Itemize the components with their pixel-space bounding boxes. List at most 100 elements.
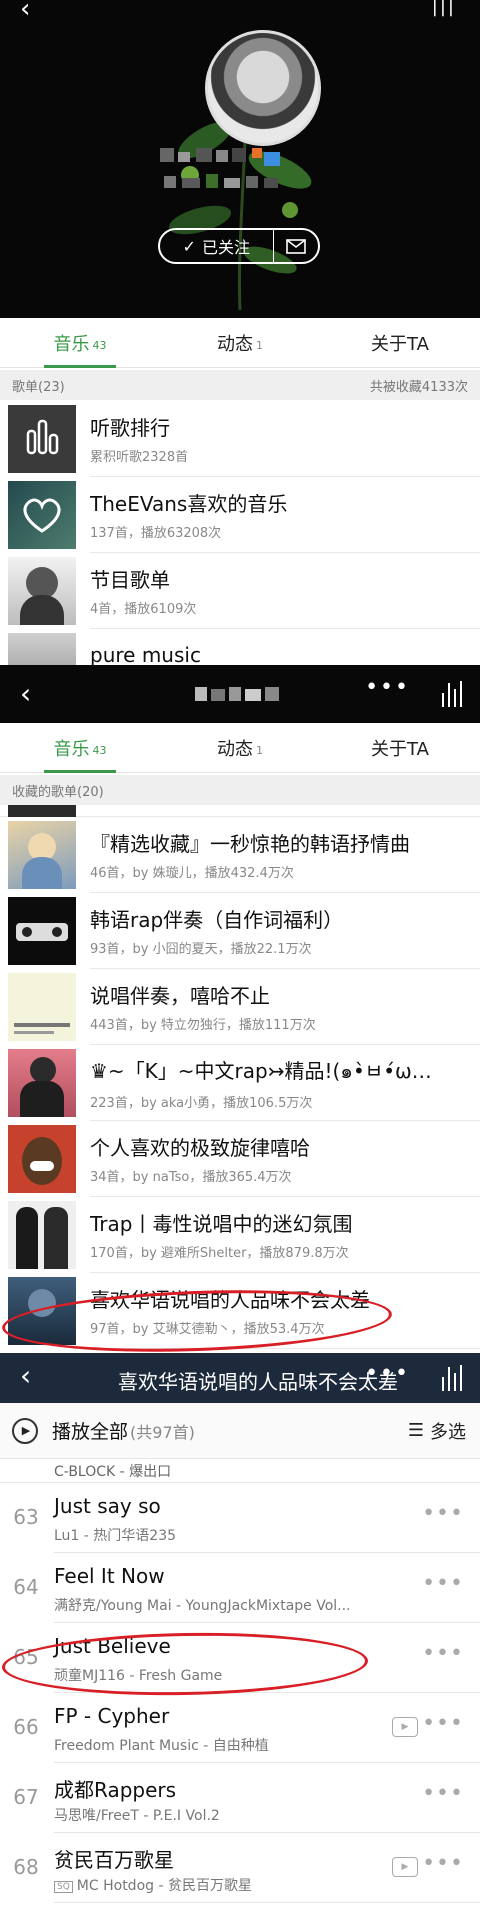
favorited-count: 共被收藏4133次 (369, 379, 468, 395)
playlist-subtitle: 443首，by 特立勿独行，播放111万次 (90, 1018, 316, 1033)
song-row[interactable]: 67 成都Rappers 马思唯/FreeT - P.E.I Vol.2 ••• (0, 1763, 480, 1833)
song-row[interactable]: 65 Just Believe 顽童MJ116 - Fresh Game ••• (0, 1623, 480, 1693)
more-icon[interactable]: ••• (422, 1851, 464, 1876)
play-all-bar[interactable]: ▶ 播放全部 (共97首) ☰ 多选 (0, 1403, 480, 1459)
blurred-username (195, 687, 285, 703)
song-name: Just Believe (54, 1634, 171, 1658)
tab-music-count: 43 (92, 743, 107, 757)
bar-chart-icon (26, 419, 59, 455)
songlist-section: ‹ 喜欢华语说唱的人品味不会太差 ••• ▶ 播放全部 (共97首) ☰ 多选 … (0, 1353, 480, 1910)
playlist-cover (8, 973, 76, 1041)
playlist-row[interactable]: 听歌排行 累积听歌2328首 (0, 401, 480, 477)
playlist-title: 节目歌单 (90, 568, 170, 592)
song-artist: 马思唯/FreeT - P.E.I Vol.2 (54, 1808, 220, 1824)
tab-music[interactable]: 音乐 43 (0, 723, 160, 773)
collected-section: ‹ ••• 音乐 43 动态 1 关于TA 收藏的歌单(20) 『精选收藏』一秒惊艳… (0, 665, 480, 1353)
collected-playlist-row[interactable]: Trap丨毒性说唱中的迷幻氛围 170首，by 避难所Shelter，播放879.… (0, 1197, 480, 1273)
collected-playlist-row[interactable]: 个人喜欢的极致旋律嘻哈 34首，by naTso，播放365.4万次 (0, 1121, 480, 1197)
profile-section: ‹ ||| ✓ 已关注 音乐 43 动态 1 关于TA 歌单(23) 共被收藏4… (0, 0, 480, 665)
avatar[interactable] (205, 30, 321, 146)
back-icon[interactable]: ‹ (20, 1359, 31, 1392)
song-number: 66 (13, 1715, 39, 1739)
more-icon[interactable]: ••• (365, 675, 410, 700)
partial-song-row: C-BLOCK - 爆出口 (0, 1459, 480, 1483)
tab-events-count: 1 (256, 338, 263, 352)
ranking-cover (8, 405, 76, 473)
collected-playlist-row[interactable]: 韩语rap伴奏（自作词福利） 93首，by 小囧的夏天，播放22.1万次 (0, 893, 480, 969)
mv-play-icon[interactable]: ▶ (392, 1717, 418, 1737)
partial-row (0, 805, 480, 817)
back-icon[interactable]: ‹ (20, 677, 31, 710)
song-name: 成都Rappers (54, 1778, 177, 1802)
playlist-cover (8, 821, 76, 889)
song-number: 65 (13, 1645, 39, 1669)
song-row[interactable]: 68 贫民百万歌星 SQ MC Hotdog - 贫民百万歌星 ▶ ••• (0, 1833, 480, 1903)
collapsed-header: ‹ ••• (0, 665, 480, 723)
song-row[interactable]: 66 FP - Cypher Freedom Plant Music - 自由种… (0, 1693, 480, 1763)
more-icon[interactable]: ••• (422, 1641, 464, 1666)
multi-select-button[interactable]: ☰ 多选 (408, 1418, 466, 1444)
playlist-title: ♛~「K」~中文rap↣精品!(๑•̀ㅂ•́ω… (90, 1058, 432, 1083)
now-playing-icon[interactable] (442, 1365, 462, 1391)
more-icon[interactable]: ••• (422, 1501, 464, 1526)
song-row[interactable]: 64 Feel It Now 满舒克/Young Mai - YoungJack… (0, 1553, 480, 1623)
now-playing-icon[interactable]: ||| (432, 0, 456, 17)
song-artist: Freedom Plant Music - 自由种植 (54, 1738, 269, 1754)
playlist-title: 喜欢华语说唱的人品味不会太差 (90, 1288, 370, 1312)
playlist-title: TheEVans喜欢的音乐 (90, 492, 288, 516)
playlist-title: 韩语rap伴奏（自作词福利） (90, 908, 344, 932)
tab-music-label: 音乐 (53, 333, 90, 355)
mail-icon (286, 238, 306, 254)
tab-about[interactable]: 关于TA (320, 723, 480, 772)
playlist-subtitle: 46首，by 姝璇儿，播放432.4万次 (90, 866, 294, 881)
collected-playlist-row[interactable]: 喜欢华语说唱的人品味不会太差 97首，by 艾琳艾德勒丶，播放53.4万次 (0, 1273, 480, 1349)
more-icon[interactable]: ••• (422, 1571, 464, 1596)
followed-button[interactable]: ✓ 已关注 (160, 230, 273, 262)
tab-music[interactable]: 音乐 43 (0, 318, 160, 368)
tab-about[interactable]: 关于TA (320, 318, 480, 367)
message-button[interactable] (274, 230, 318, 262)
songlist-title: 喜欢华语说唱的人品味不会太差 (118, 1370, 398, 1394)
song-row[interactable]: 63 Just say so Lu1 - 热门华语235 ••• (0, 1483, 480, 1553)
song-name: FP - Cypher (54, 1704, 170, 1728)
play-all-label: 播放全部 (52, 1421, 129, 1443)
collected-playlist-row[interactable]: 说唱伴奏，嘻哈不止 443首，by 特立勿独行，播放111万次 (0, 969, 480, 1045)
collected-playlist-row[interactable]: ♛~「K」~中文rap↣精品!(๑•̀ㅂ•́ω… 223首，by aka小勇，播放… (0, 1045, 480, 1121)
blurred-username (160, 148, 320, 196)
tab-events[interactable]: 动态 1 (160, 318, 320, 367)
mv-play-icon[interactable]: ▶ (392, 1857, 418, 1877)
play-icon[interactable]: ▶ (12, 1417, 38, 1444)
playlist-row[interactable]: pure music (0, 629, 480, 665)
playlist-subtitle: 137首，播放63208次 (90, 526, 222, 541)
tab-events-label: 动态 (217, 738, 253, 760)
tab-music-label: 音乐 (53, 738, 90, 760)
tab-events-count: 1 (256, 743, 263, 757)
liked-music-cover (8, 481, 76, 549)
playlist-row[interactable]: 节目歌单 4首，播放6109次 (0, 553, 480, 629)
tab-music-count: 43 (92, 338, 107, 352)
tab-events[interactable]: 动态 1 (160, 723, 320, 772)
more-icon[interactable]: ••• (422, 1781, 464, 1806)
tab-about-label: 关于TA (371, 738, 429, 760)
more-icon[interactable]: ••• (365, 1361, 410, 1386)
sq-badge-icon: SQ (54, 1881, 73, 1893)
song-number: 63 (13, 1505, 39, 1529)
profile-tabs: 音乐 43 动态 1 关于TA (0, 723, 480, 773)
playlist-row[interactable]: TheEVans喜欢的音乐 137首，播放63208次 (0, 477, 480, 553)
song-number: 64 (13, 1575, 39, 1599)
song-artist: Lu1 - 热门华语235 (54, 1528, 177, 1544)
song-artist: 满舒克/Young Mai - YoungJackMixtape Vol... (54, 1598, 351, 1614)
collected-playlist-row[interactable]: 『精选收藏』一秒惊艳的韩语抒情曲 46首，by 姝璇儿，播放432.4万次 (0, 817, 480, 893)
back-icon[interactable]: ‹ (20, 0, 30, 24)
playlist-count: 歌单(23) (12, 379, 65, 395)
playlist-cover (8, 1049, 76, 1117)
profile-header: ‹ ||| ✓ 已关注 (0, 0, 480, 318)
now-playing-icon[interactable] (442, 681, 462, 707)
song-name: 贫民百万歌星 (54, 1848, 174, 1872)
song-artist: MC Hotdog - 贫民百万歌星 (76, 1878, 252, 1894)
more-icon[interactable]: ••• (422, 1711, 464, 1736)
collected-count: 收藏的歌单(20) (12, 784, 104, 800)
tab-events-label: 动态 (217, 333, 253, 355)
playlist-subtitle: 累积听歌2328首 (90, 450, 189, 465)
profile-tabs: 音乐 43 动态 1 关于TA (0, 318, 480, 368)
